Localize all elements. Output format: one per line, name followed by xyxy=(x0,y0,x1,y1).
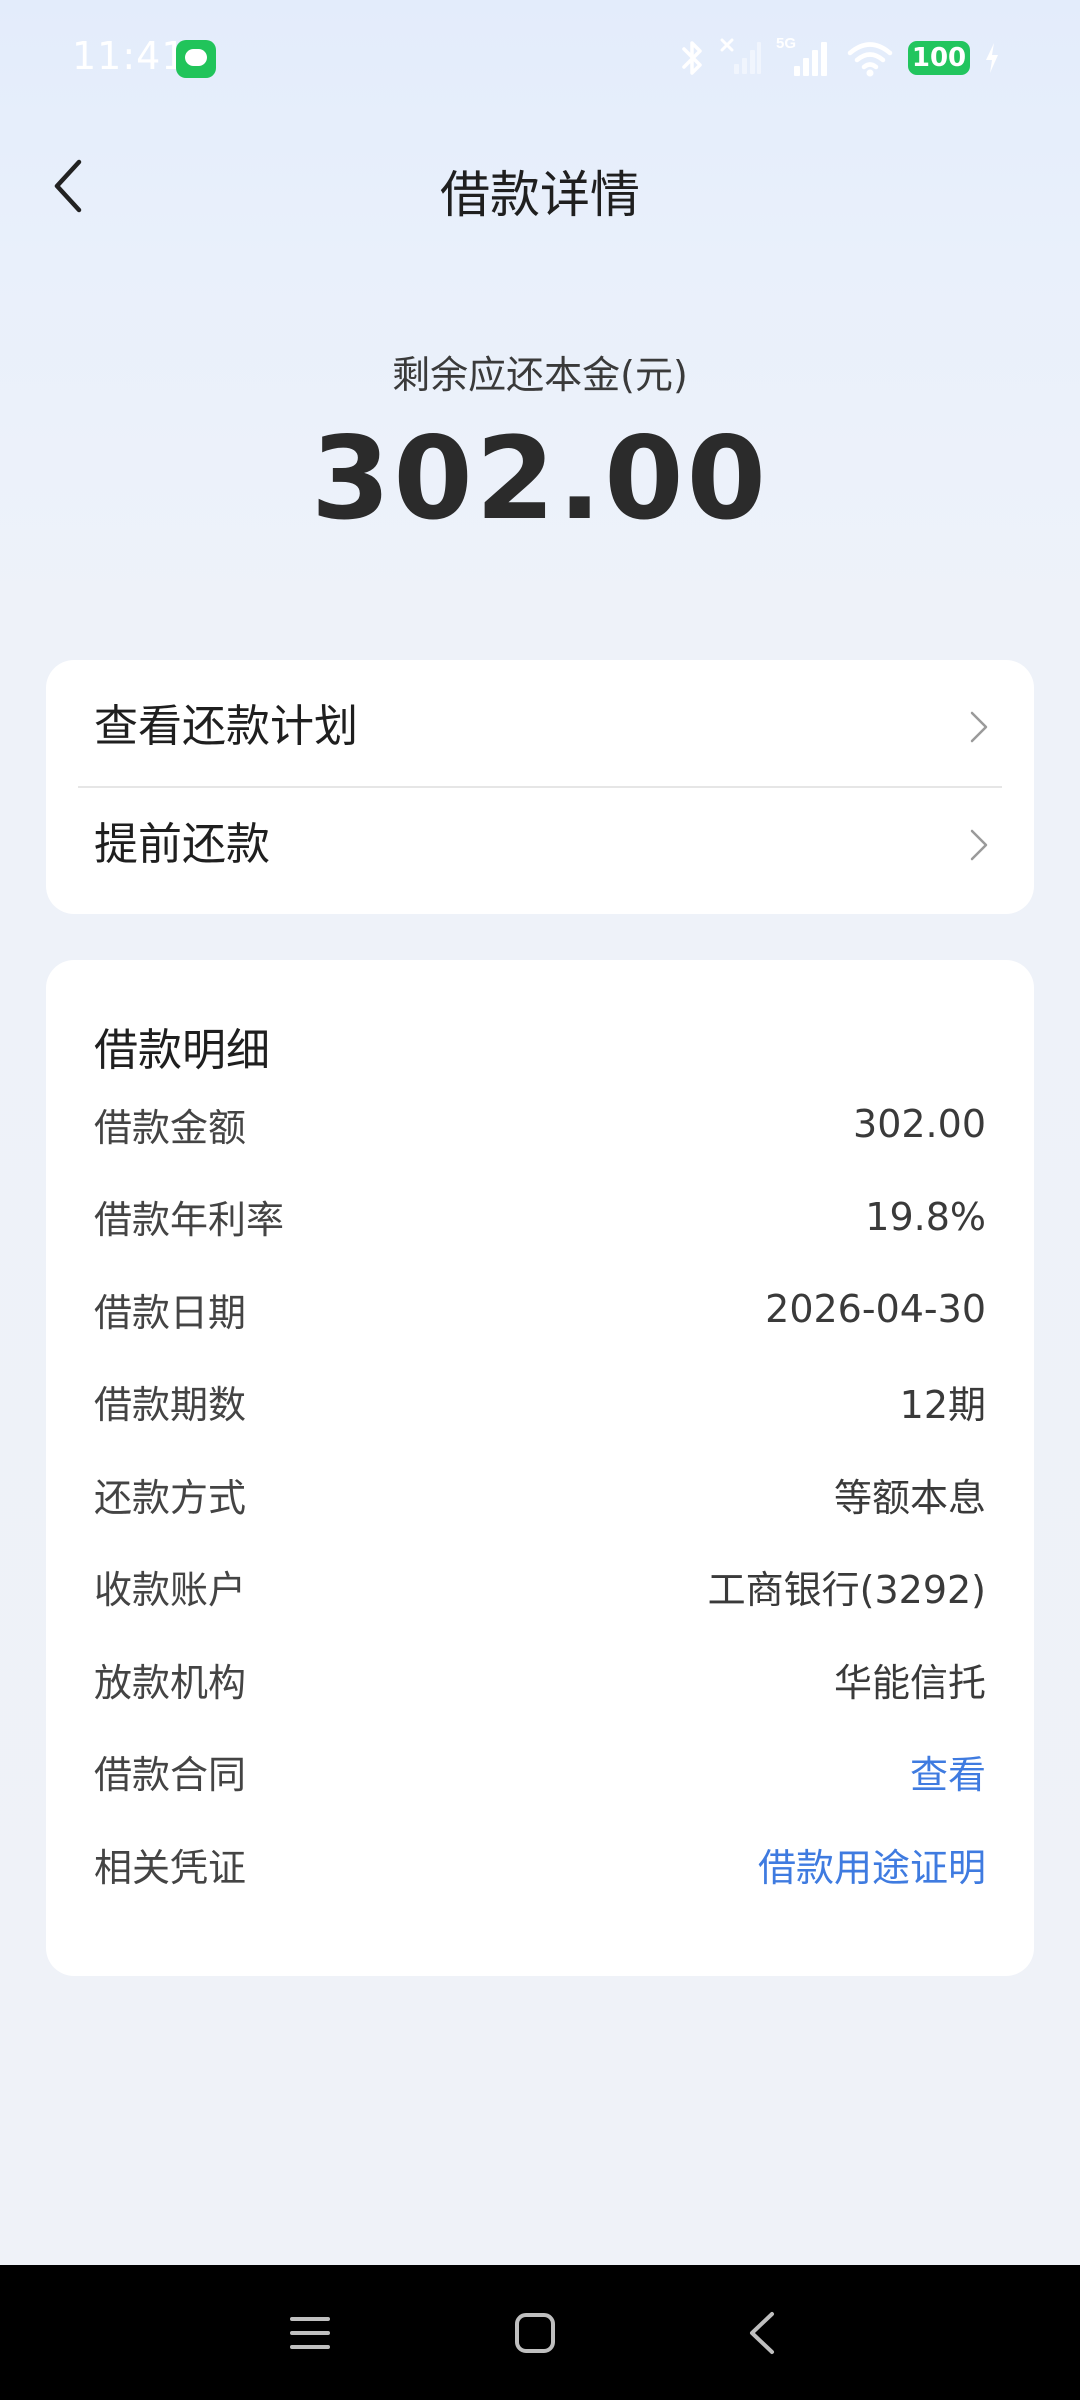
early-repayment-row[interactable]: 提前还款 xyxy=(46,786,1034,904)
annual-rate-label: 借款年利率 xyxy=(94,1198,285,1243)
loan-amount-row: 借款金额 302.00 xyxy=(94,1078,986,1171)
no-sim-signal-icon xyxy=(720,38,761,74)
battery-icon: 100 xyxy=(908,41,970,75)
loan-details-list: 借款金额 302.00 借款年利率 19.8% 借款日期 2026-04-30 … xyxy=(94,1078,986,1911)
menu-icon xyxy=(290,2317,330,2349)
lender-row: 放款机构 华能信托 xyxy=(94,1633,986,1726)
signal-icon: 5G xyxy=(776,36,827,76)
home-icon xyxy=(515,2313,555,2353)
loan-contract-row: 借款合同 查看 xyxy=(94,1726,986,1819)
loan-terms-row: 借款期数 12期 xyxy=(94,1356,986,1449)
annual-rate-value: 19.8% xyxy=(865,1194,986,1239)
lender-value: 华能信托 xyxy=(833,1660,986,1705)
repayment-method-label: 还款方式 xyxy=(94,1475,247,1520)
loan-date-row: 借款日期 2026-04-30 xyxy=(94,1263,986,1356)
navigation-bar xyxy=(0,2265,1080,2400)
back-icon xyxy=(750,2312,774,2354)
remaining-principal-label: 剩余应还本金(元) xyxy=(392,353,688,397)
chevron-right-icon xyxy=(970,711,988,743)
loan-details-card: 借款明细 借款金额 302.00 借款年利率 19.8% 借款日期 2026-0… xyxy=(46,960,1034,1976)
loan-amount-value: 302.00 xyxy=(853,1102,986,1147)
receiving-account-value: 工商银行(3292) xyxy=(707,1568,986,1613)
loan-amount-label: 借款金额 xyxy=(94,1105,247,1150)
receiving-account-row: 收款账户 工商银行(3292) xyxy=(94,1541,986,1634)
chevron-right-icon xyxy=(970,829,988,861)
loan-date-value: 2026-04-30 xyxy=(765,1287,986,1332)
loan-terms-label: 借款期数 xyxy=(94,1383,247,1428)
repayment-actions-card: 查看还款计划 提前还款 xyxy=(46,660,1034,914)
home-button[interactable] xyxy=(495,2295,575,2371)
annual-rate-row: 借款年利率 19.8% xyxy=(94,1171,986,1264)
view-repayment-plan-row[interactable]: 查看还款计划 xyxy=(46,668,1034,786)
related-voucher-label: 相关凭证 xyxy=(94,1845,247,1890)
remaining-principal-amount: 302.00 xyxy=(311,412,769,545)
loan-terms-value: 12期 xyxy=(899,1383,986,1428)
recent-apps-button[interactable] xyxy=(270,2295,350,2371)
wifi-icon xyxy=(847,42,893,77)
repayment-method-row: 还款方式 等额本息 xyxy=(94,1448,986,1541)
charging-icon xyxy=(986,43,998,73)
repayment-method-value: 等额本息 xyxy=(833,1475,986,1520)
early-repayment-label: 提前还款 xyxy=(94,819,270,870)
status-icons: 5G 100 xyxy=(680,36,1000,80)
loan-contract-label: 借款合同 xyxy=(94,1753,247,1798)
loan-date-label: 借款日期 xyxy=(94,1290,247,1335)
loan-purpose-proof-link[interactable]: 借款用途证明 xyxy=(758,1837,986,1892)
network-type-label: 5G xyxy=(776,36,796,52)
view-repayment-plan-label: 查看还款计划 xyxy=(94,701,358,752)
receiving-account-label: 收款账户 xyxy=(94,1568,247,1613)
related-voucher-row: 相关凭证 借款用途证明 xyxy=(94,1818,986,1911)
status-bar: 11:41 5G 100 xyxy=(0,0,1080,120)
message-icon xyxy=(176,40,216,78)
lender-label: 放款机构 xyxy=(94,1660,247,1705)
view-contract-link[interactable]: 查看 xyxy=(910,1744,986,1799)
loan-details-title: 借款明细 xyxy=(94,1025,270,1076)
bluetooth-icon xyxy=(682,41,702,75)
system-back-button[interactable] xyxy=(722,2295,802,2371)
status-time: 11:41 xyxy=(72,34,187,78)
page-title: 借款详情 xyxy=(440,166,640,224)
